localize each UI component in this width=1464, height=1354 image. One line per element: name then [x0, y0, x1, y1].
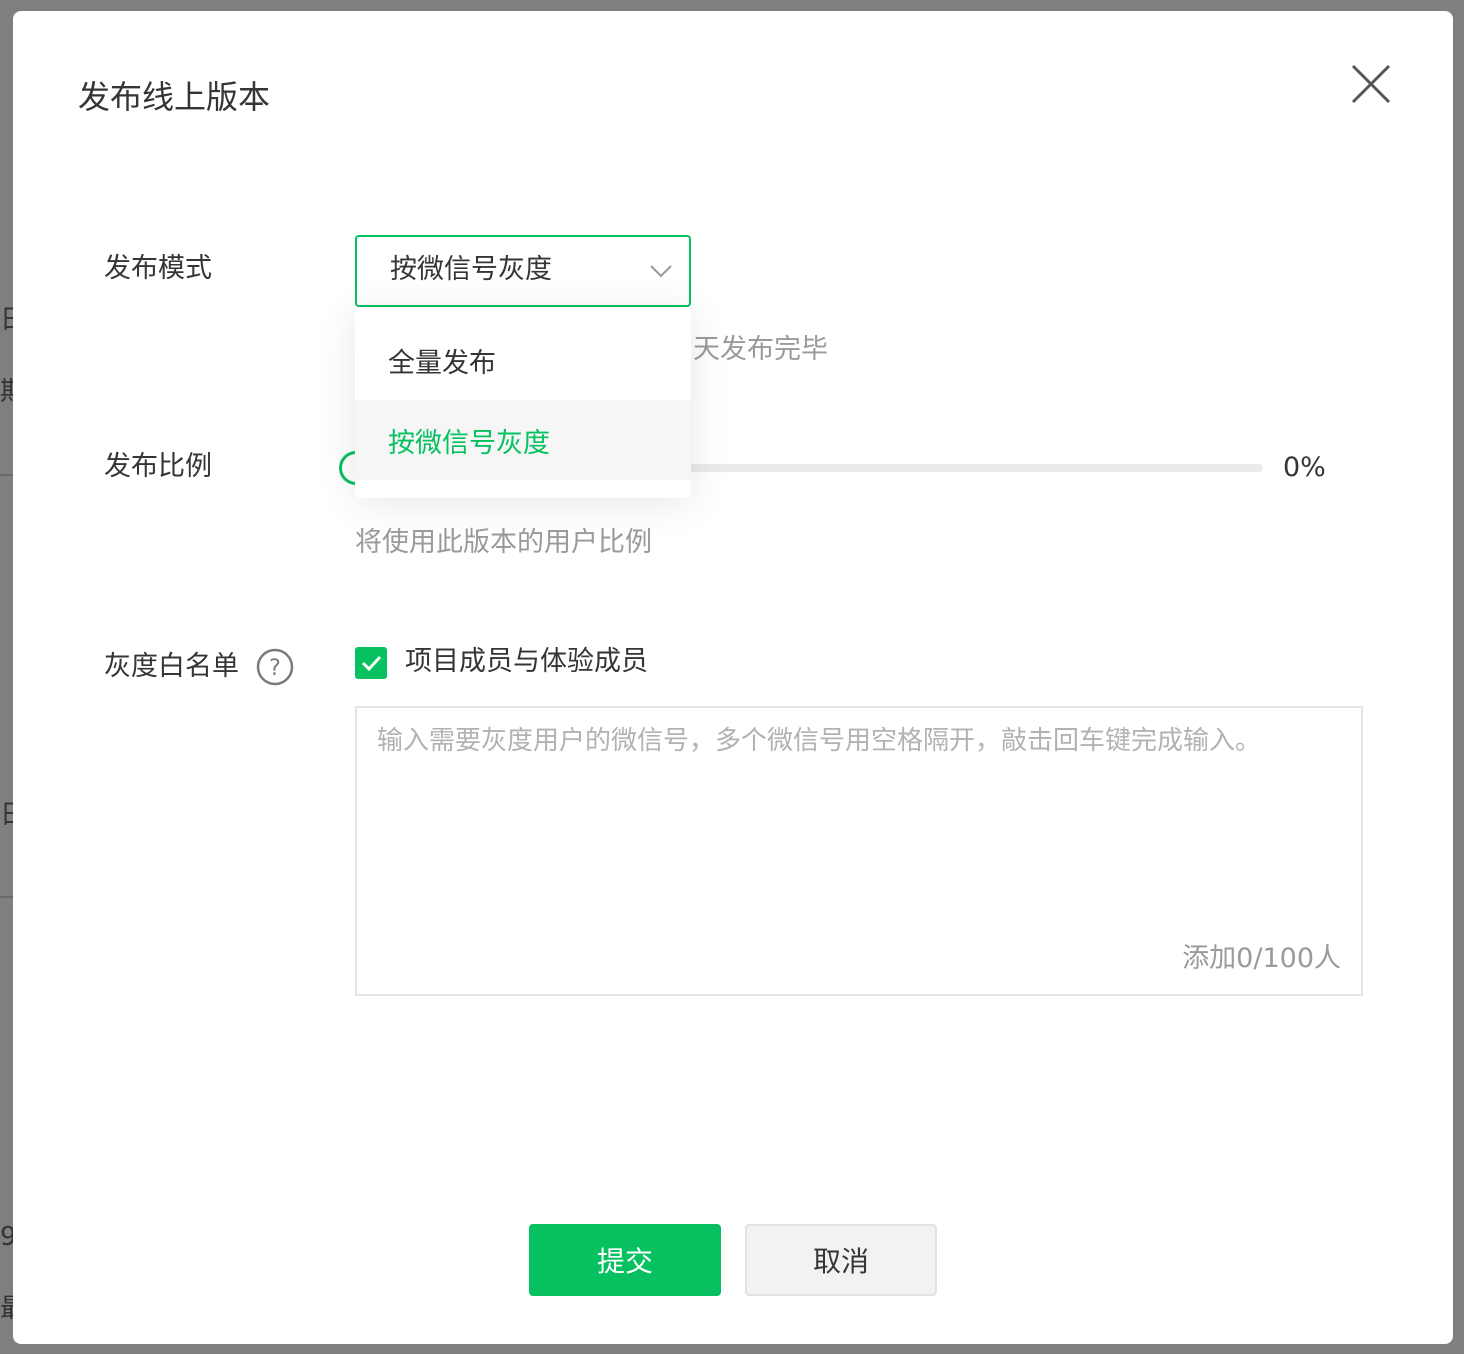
- mode-hint: 天发布完毕: [693, 334, 828, 365]
- mode-label: 发布模式: [104, 253, 212, 284]
- background-text-fragment: 期: [0, 377, 14, 407]
- chevron-down-icon: [650, 265, 672, 278]
- close-icon: [1351, 64, 1391, 104]
- background-text-fragment: 日: [0, 800, 14, 830]
- whitelist-input[interactable]: [357, 708, 1361, 938]
- dropdown-option-gray-by-wechat[interactable]: 按微信号灰度: [355, 400, 691, 480]
- mode-select-value: 按微信号灰度: [390, 254, 552, 285]
- mode-dropdown-menu: 全量发布 按微信号灰度: [355, 308, 691, 498]
- whitelist-textarea-box: 添加0/100人: [355, 706, 1363, 996]
- background-divider: [0, 474, 14, 476]
- background-text-fragment: 日: [0, 305, 14, 335]
- members-checkbox[interactable]: [355, 647, 387, 679]
- publish-dialog: 发布线上版本 发布模式 按微信号灰度 天发布完毕 发布比例 0% 将使用此版本的…: [13, 11, 1453, 1344]
- dialog-title: 发布线上版本: [78, 78, 271, 116]
- background-text-fragment: 最: [0, 1294, 14, 1324]
- question-circle-icon[interactable]: ?: [256, 648, 294, 686]
- mode-select[interactable]: 按微信号灰度: [355, 235, 691, 307]
- dropdown-option-full-release[interactable]: 全量发布: [355, 320, 691, 400]
- whitelist-counter: 添加0/100人: [1182, 943, 1341, 974]
- background-divider: [0, 896, 14, 898]
- svg-text:?: ?: [269, 656, 281, 681]
- ratio-value: 0%: [1283, 452, 1326, 483]
- cancel-button[interactable]: 取消: [745, 1224, 937, 1296]
- submit-button[interactable]: 提交: [529, 1224, 721, 1296]
- close-button[interactable]: [1349, 62, 1393, 106]
- checkmark-icon: [361, 655, 382, 672]
- ratio-hint: 将使用此版本的用户比例: [355, 527, 652, 558]
- ratio-label: 发布比例: [104, 451, 212, 482]
- members-checkbox-label[interactable]: 项目成员与体验成员: [405, 645, 648, 679]
- whitelist-label: 灰度白名单: [104, 651, 239, 682]
- background-text-fragment: 9: [0, 1222, 14, 1252]
